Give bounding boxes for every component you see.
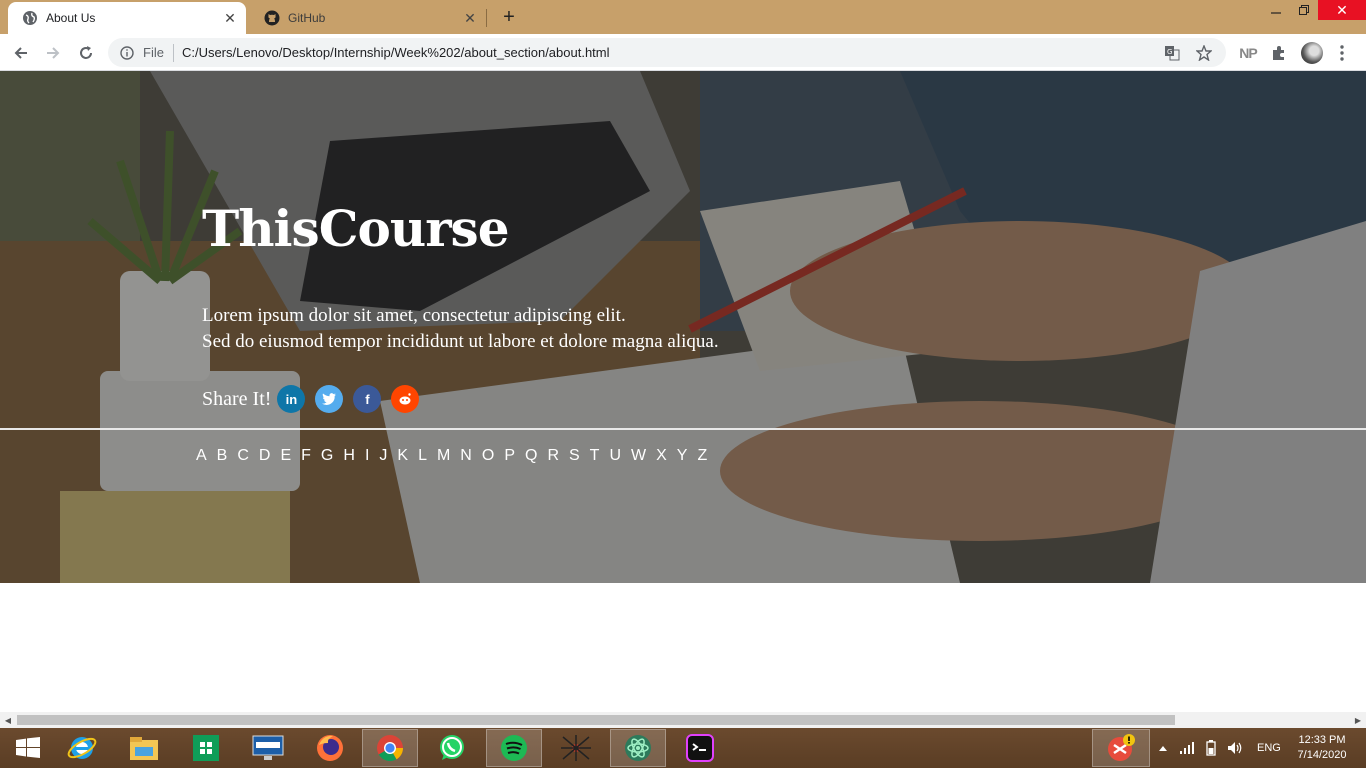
spotify-icon[interactable] xyxy=(486,729,542,767)
notification-app-icon[interactable] xyxy=(1092,729,1150,767)
alphabet-link[interactable]: T xyxy=(590,447,600,465)
share-row: Share It! in f xyxy=(202,384,429,414)
battery-icon[interactable] xyxy=(1204,728,1220,768)
alphabet-link[interactable]: R xyxy=(547,447,559,465)
alphabet-link[interactable]: U xyxy=(609,447,621,465)
alphabet-link[interactable]: I xyxy=(365,447,369,465)
globe-icon xyxy=(22,10,38,26)
linkedin-icon[interactable]: in xyxy=(277,385,306,413)
alphabet-link[interactable]: O xyxy=(482,447,494,465)
file-explorer-icon[interactable] xyxy=(116,729,172,767)
page-viewport: ThisCourse Lorem ipsum dolor sit amet, c… xyxy=(0,71,1366,712)
facebook-icon[interactable]: f xyxy=(353,385,382,413)
alphabet-link[interactable]: J xyxy=(379,447,387,465)
system-clock[interactable]: 12:33 PM 7/14/2020 xyxy=(1290,733,1354,763)
scroll-right-icon[interactable]: ▶ xyxy=(1350,712,1366,728)
close-window-button[interactable]: ✕ xyxy=(1318,0,1366,20)
whatsapp-icon[interactable] xyxy=(424,729,480,767)
back-arrow-icon[interactable] xyxy=(8,40,34,66)
close-tab-icon[interactable]: ✕ xyxy=(460,8,480,28)
scheme-label: File xyxy=(143,45,164,60)
omnibox-divider xyxy=(172,43,174,62)
alphabet-link[interactable]: Z xyxy=(697,447,707,465)
alphabet-index: ABCDEFGHIJKLMNOPQRSTUWXYZ xyxy=(196,445,717,467)
alphabet-link[interactable]: D xyxy=(259,447,271,465)
atom-icon[interactable] xyxy=(610,729,666,767)
alphabet-link[interactable]: Q xyxy=(525,447,537,465)
alphabet-link[interactable]: C xyxy=(237,447,249,465)
clock-date: 7/14/2020 xyxy=(1297,749,1347,761)
scroll-left-icon[interactable]: ◀ xyxy=(0,712,16,728)
alphabet-link[interactable]: A xyxy=(196,447,207,465)
spider-icon[interactable] xyxy=(548,729,604,767)
hero-divider xyxy=(0,428,1366,430)
start-button[interactable] xyxy=(0,729,56,767)
extensions-puzzle-icon[interactable] xyxy=(1269,42,1289,64)
terminal-icon[interactable] xyxy=(672,729,728,767)
show-hidden-icons-icon[interactable] xyxy=(1158,728,1170,768)
tab-strip: About Us ✕ GitHub ✕ + ✕ xyxy=(0,0,1366,34)
browser-toolbar: File C:/Users/Lenovo/Desktop/Internship/… xyxy=(0,34,1366,71)
alphabet-link[interactable]: B xyxy=(217,447,228,465)
address-bar[interactable]: File C:/Users/Lenovo/Desktop/Internship/… xyxy=(108,38,1226,67)
alphabet-link[interactable]: E xyxy=(280,447,291,465)
alphabet-link[interactable]: H xyxy=(343,447,355,465)
hero-tagline: Lorem ipsum dolor sit amet, consectetur … xyxy=(202,303,719,355)
alphabet-link[interactable]: P xyxy=(504,447,515,465)
forward-arrow-icon[interactable] xyxy=(40,40,66,66)
language-indicator[interactable]: ENG xyxy=(1257,728,1283,768)
alphabet-link[interactable]: M xyxy=(437,447,450,465)
firefox-icon[interactable] xyxy=(302,729,358,767)
tab-about-us[interactable]: About Us ✕ xyxy=(8,2,246,34)
volume-icon[interactable] xyxy=(1227,728,1245,768)
alphabet-link[interactable]: K xyxy=(397,447,408,465)
info-icon[interactable] xyxy=(119,45,135,61)
clock-time: 12:33 PM xyxy=(1298,734,1346,746)
alphabet-link[interactable]: Y xyxy=(677,447,688,465)
reload-icon[interactable] xyxy=(73,40,99,66)
tab-separator xyxy=(486,9,487,27)
share-label: Share It! xyxy=(202,387,272,410)
github-icon xyxy=(264,10,280,26)
lenovo-icon[interactable] xyxy=(240,729,296,767)
minimize-button[interactable] xyxy=(1262,0,1290,20)
brand-title: ThisCourse xyxy=(202,199,510,258)
alphabet-link[interactable]: G xyxy=(321,447,333,465)
tab-title: GitHub xyxy=(288,11,326,25)
close-tab-icon[interactable]: ✕ xyxy=(220,8,240,28)
new-tab-button[interactable]: + xyxy=(497,5,521,29)
translate-icon[interactable]: G xyxy=(1162,43,1182,63)
alphabet-link[interactable]: L xyxy=(418,447,427,465)
np-extension-icon[interactable]: NP xyxy=(1238,42,1258,64)
profile-avatar[interactable] xyxy=(1301,42,1323,64)
kebab-menu-icon[interactable] xyxy=(1336,42,1348,64)
internet-explorer-icon[interactable] xyxy=(54,729,110,767)
bookmark-star-icon[interactable] xyxy=(1194,43,1214,63)
tagline-line: Sed do eiusmod tempor incididunt ut labo… xyxy=(202,331,719,352)
url-text[interactable]: C:/Users/Lenovo/Desktop/Internship/Week%… xyxy=(182,45,1162,60)
tab-title: About Us xyxy=(46,11,96,25)
alphabet-link[interactable]: F xyxy=(301,447,311,465)
restore-button[interactable] xyxy=(1290,0,1318,20)
alphabet-link[interactable]: N xyxy=(460,447,472,465)
windows-taskbar: ENG 12:33 PM 7/14/2020 xyxy=(0,728,1366,768)
tab-github[interactable]: GitHub ✕ xyxy=(250,2,486,34)
store-icon[interactable] xyxy=(178,729,234,767)
svg-text:G: G xyxy=(1167,48,1172,56)
alphabet-link[interactable]: X xyxy=(656,447,667,465)
tagline-line: Lorem ipsum dolor sit amet, consectetur … xyxy=(202,305,626,326)
reddit-icon[interactable] xyxy=(391,385,420,413)
alphabet-link[interactable]: S xyxy=(569,447,580,465)
twitter-icon[interactable] xyxy=(315,385,344,413)
scrollbar-thumb[interactable] xyxy=(17,715,1175,725)
chrome-icon[interactable] xyxy=(362,729,418,767)
alphabet-link[interactable]: W xyxy=(631,447,646,465)
horizontal-scrollbar[interactable]: ◀ ▶ xyxy=(0,712,1366,728)
hero-section: ThisCourse Lorem ipsum dolor sit amet, c… xyxy=(0,71,1366,583)
network-signal-icon[interactable] xyxy=(1180,728,1196,768)
